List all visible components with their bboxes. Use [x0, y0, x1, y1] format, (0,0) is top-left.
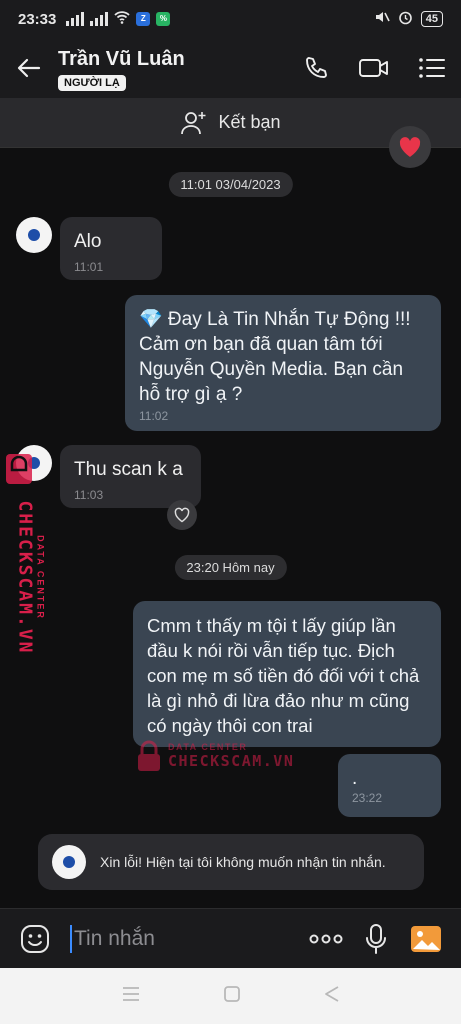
message-composer: Tin nhắn	[0, 908, 461, 968]
system-navigation-bar	[0, 968, 461, 1024]
heart-icon	[399, 137, 421, 157]
date-separator: 11:01 03/04/2023	[168, 172, 293, 197]
contact-avatar	[52, 845, 86, 879]
signal-icon	[66, 12, 85, 26]
message-time: 11:02	[139, 409, 169, 423]
add-friend-label: Kết bạn	[218, 112, 281, 132]
watermark-small-horizontal: DATA CENTER	[168, 742, 248, 752]
date-separator: 23:20 Hôm nay	[174, 555, 287, 580]
more-options-button[interactable]	[301, 914, 351, 964]
react-button[interactable]	[167, 500, 197, 530]
square-home-icon	[223, 985, 240, 1002]
signal-icon-2	[90, 12, 109, 26]
contact-title[interactable]: Trần Vũ Luân NGƯỜI LẠ	[58, 46, 287, 91]
mute-icon	[374, 10, 390, 28]
chat-header: Trần Vũ Luân NGƯỜI LẠ	[0, 38, 461, 98]
add-friend-icon	[181, 111, 206, 134]
heart-reaction-button[interactable]	[389, 126, 431, 168]
battery-level: 45	[420, 11, 443, 27]
watermark-horizontal: DATA CENTER CHECKSCAM.VN	[136, 740, 294, 772]
home-button[interactable]	[223, 985, 241, 1008]
message-input[interactable]: Tin nhắn	[70, 924, 301, 953]
video-call-button[interactable]	[345, 38, 403, 98]
voice-button[interactable]	[351, 914, 401, 964]
watermark-big-horizontal: CHECKSCAM.VN	[168, 752, 295, 770]
message-time: 11:03	[74, 488, 104, 502]
message-bubble-outgoing[interactable]: 💎 Đay Là Tin Nhắn Tự Động !!! Cảm ơn bạn…	[125, 295, 441, 431]
message-text: .	[352, 768, 358, 789]
watermark-small-vertical: DATA CENTER	[35, 535, 46, 620]
triangle-back-icon	[324, 985, 338, 1002]
message-bubble-incoming[interactable]: Thu scan k a 11:03	[60, 445, 201, 508]
blocked-notice: Xin lỗi! Hiện tại tôi không muốn nhận ti…	[38, 834, 424, 890]
lock-icon	[138, 740, 160, 771]
zalo-app-icon: Z	[136, 12, 151, 26]
video-camera-icon	[359, 59, 388, 77]
contact-avatar[interactable]	[16, 217, 52, 253]
sticker-icon	[21, 924, 49, 953]
message-time: 11:01	[74, 260, 104, 274]
menu-button[interactable]	[403, 38, 461, 98]
back-button[interactable]	[0, 38, 58, 98]
list-menu-icon	[419, 58, 445, 78]
more-dots-icon	[309, 934, 343, 943]
message-bubble-outgoing[interactable]: . 23:22	[338, 754, 441, 817]
message-bubble-incoming[interactable]: Alo 11:01	[60, 217, 162, 280]
call-button[interactable]	[287, 38, 345, 98]
message-text: Alo	[74, 231, 102, 252]
photo-button[interactable]	[401, 914, 451, 964]
text-caret	[70, 924, 72, 953]
watermark-big-vertical: CHECKSCAM.VN	[14, 500, 36, 655]
heart-outline-icon	[174, 507, 190, 523]
stranger-badge: NGƯỜI LẠ	[58, 74, 126, 91]
phone-icon	[306, 57, 327, 78]
back-nav-button[interactable]	[324, 985, 340, 1008]
menu-lines-icon	[122, 986, 139, 1001]
message-input-placeholder: Tin nhắn	[74, 926, 155, 950]
message-text: Thu scan k a	[74, 459, 183, 480]
recents-button[interactable]	[122, 986, 140, 1007]
message-text: 💎 Đay Là Tin Nhắn Tự Động !!! Cảm ơn bạn…	[139, 309, 411, 405]
alarm-icon	[398, 10, 413, 29]
wifi-icon	[114, 10, 131, 28]
message-bubble-outgoing[interactable]: Cmm t thấy m tội t lấy giúp lần đầu k nó…	[133, 601, 441, 747]
image-icon	[411, 925, 441, 952]
microphone-icon	[366, 923, 386, 954]
status-bar: 23:33 Z % 45	[0, 0, 461, 38]
contact-name: Trần Vũ Luân	[58, 47, 185, 70]
arrow-left-icon	[17, 58, 41, 78]
app-notification-icon: %	[156, 12, 171, 26]
watermark-vertical: DATA CENTER CHECKSCAM.VN	[4, 452, 46, 655]
sticker-button[interactable]	[10, 914, 60, 964]
message-time: 23:22	[352, 791, 383, 805]
message-text: Cmm t thấy m tội t lấy giúp lần đầu k nó…	[147, 615, 420, 736]
notice-text: Xin lỗi! Hiện tại tôi không muốn nhận ti…	[100, 854, 386, 870]
status-time: 23:33	[18, 10, 57, 28]
